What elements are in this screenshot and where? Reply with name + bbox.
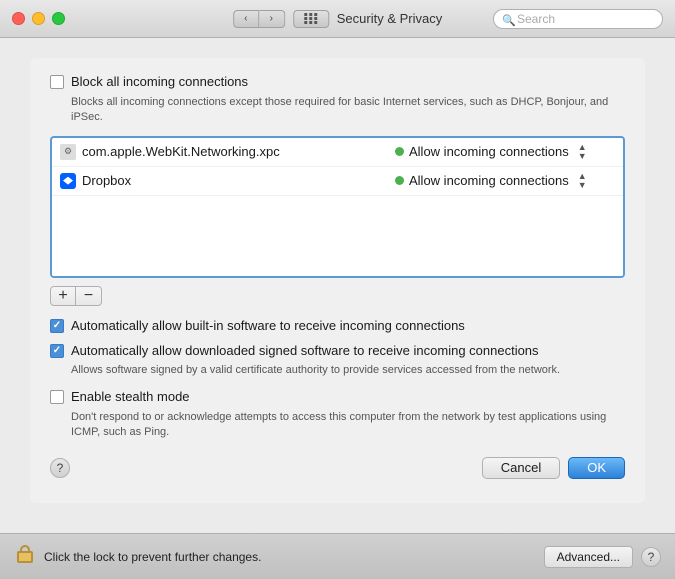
grid-icon — [304, 13, 318, 24]
forward-button[interactable]: › — [259, 10, 285, 28]
auto-builtin-row: Automatically allow built-in software to… — [50, 318, 625, 335]
nav-buttons: ‹ › — [233, 10, 285, 28]
auto-builtin-checkbox[interactable] — [50, 319, 64, 333]
window-title: Security & Privacy — [337, 11, 442, 26]
remove-app-button[interactable]: − — [76, 286, 102, 306]
stealth-mode-sublabel: Don't respond to or acknowledge attempts… — [71, 410, 625, 441]
app-name-webkit: ⚙ com.apple.WebKit.Networking.xpc — [60, 144, 395, 160]
search-icon: 🔍 — [502, 14, 512, 24]
lock-text: Click the lock to prevent further change… — [44, 550, 261, 564]
titlebar: ‹ › Security & Privacy 🔍 Search — [0, 0, 675, 38]
dialog-help-button[interactable]: ? — [50, 458, 70, 478]
lock-section: Click the lock to prevent further change… — [14, 545, 261, 569]
minimize-button[interactable] — [32, 12, 45, 25]
app-list-box: ⚙ com.apple.WebKit.Networking.xpc Allow … — [50, 136, 625, 278]
block-connections-sublabel: Blocks all incoming connections except t… — [71, 95, 625, 126]
action-right: Cancel OK — [482, 457, 625, 479]
search-placeholder: Search — [517, 12, 555, 26]
titlebar-center: ‹ › Security & Privacy — [233, 10, 442, 28]
lock-icon[interactable] — [14, 545, 36, 569]
stealth-mode-checkbox[interactable] — [50, 390, 64, 404]
block-connections-row: Block all incoming connections — [50, 74, 625, 91]
cancel-button[interactable]: Cancel — [482, 457, 560, 479]
permission-stepper-webkit[interactable]: ▲ ▼ — [578, 143, 587, 161]
dialog-actions: ? Cancel OK — [50, 457, 625, 479]
app-permission-dropbox: Allow incoming connections ▲ ▼ — [395, 172, 615, 190]
app-name-dropbox: Dropbox — [60, 173, 395, 189]
main-content: Block all incoming connections Blocks al… — [0, 38, 675, 533]
auto-builtin-label: Automatically allow built-in software to… — [71, 318, 465, 335]
app-icon-webkit: ⚙ — [60, 144, 76, 160]
app-icon-dropbox — [60, 173, 76, 189]
auto-signed-sublabel: Allows software signed by a valid certif… — [71, 363, 625, 378]
green-dot-webkit — [395, 147, 404, 156]
bottom-bar: Click the lock to prevent further change… — [0, 533, 675, 579]
stealth-mode-row: Enable stealth mode — [50, 389, 625, 406]
bottom-right-buttons: Advanced... ? — [544, 546, 661, 568]
back-button[interactable]: ‹ — [233, 10, 259, 28]
lock-shackle — [20, 545, 30, 553]
app-permission-webkit: Allow incoming connections ▲ ▼ — [395, 143, 615, 161]
table-row[interactable]: ⚙ com.apple.WebKit.Networking.xpc Allow … — [52, 138, 623, 167]
auto-signed-row: Automatically allow downloaded signed so… — [50, 343, 625, 360]
stealth-mode-label: Enable stealth mode — [71, 389, 190, 406]
ok-button[interactable]: OK — [568, 457, 625, 479]
maximize-button[interactable] — [52, 12, 65, 25]
titlebar-right: 🔍 Search — [493, 9, 663, 29]
add-app-button[interactable]: + — [50, 286, 76, 306]
help-button[interactable]: ? — [641, 547, 661, 567]
add-remove-row: + − — [50, 286, 625, 306]
auto-signed-label: Automatically allow downloaded signed so… — [71, 343, 539, 360]
app-list-filler — [52, 196, 623, 276]
green-dot-dropbox — [395, 176, 404, 185]
close-button[interactable] — [12, 12, 25, 25]
traffic-lights — [12, 12, 65, 25]
search-box[interactable]: 🔍 Search — [493, 9, 663, 29]
permission-stepper-dropbox[interactable]: ▲ ▼ — [578, 172, 587, 190]
table-row[interactable]: Dropbox Allow incoming connections ▲ ▼ — [52, 167, 623, 196]
grid-view-button[interactable] — [293, 10, 329, 28]
advanced-button[interactable]: Advanced... — [544, 546, 633, 568]
block-connections-label: Block all incoming connections — [71, 74, 248, 91]
block-connections-checkbox[interactable] — [50, 75, 64, 89]
auto-signed-checkbox[interactable] — [50, 344, 64, 358]
firewall-panel: Block all incoming connections Blocks al… — [30, 58, 645, 503]
